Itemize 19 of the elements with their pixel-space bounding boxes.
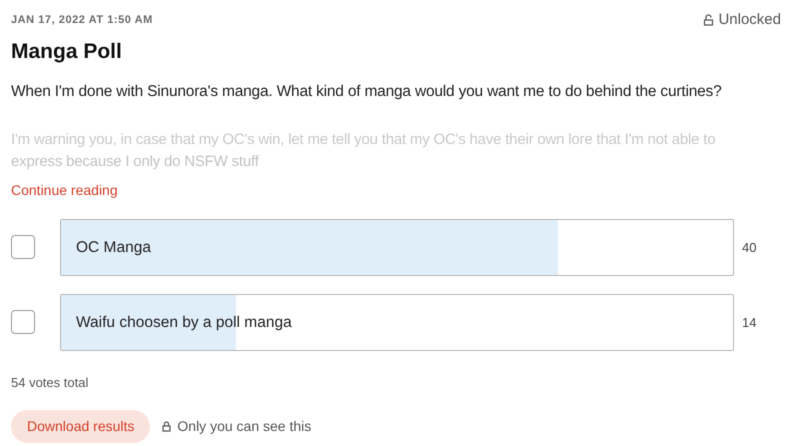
option-label: Waifu choosen by a poll manga [76,312,292,333]
poll-option-bar[interactable]: OC Manga [60,218,734,276]
teaser-text: express because I only do NSFW stuff [11,152,260,172]
poll-option-bar[interactable]: Waifu choosen by a poll manga [60,294,734,351]
post-title: Manga Poll [11,38,123,64]
privacy-note: Only you can see this [177,417,312,436]
vote-count: 40 [742,238,756,256]
option-label: OC Manga [76,238,151,258]
vote-count: 14 [742,314,756,332]
post-date: JAN 17, 2022 AT 1:50 AM [11,13,153,28]
unlocked-padlock-icon [703,14,714,26]
padlock-icon [162,421,172,432]
option-checkbox[interactable] [11,310,35,334]
continue-reading-link[interactable]: Continue reading [11,180,118,201]
download-results-button[interactable]: Download results [11,410,150,444]
option-checkbox[interactable] [11,235,35,260]
access-status: Unlocked [718,10,781,30]
post-question: When I'm done with Sinunora's manga. What kind of manga would you want me to do behind the curtines? [11,82,723,102]
votes-total: 54 votes total [11,374,90,392]
